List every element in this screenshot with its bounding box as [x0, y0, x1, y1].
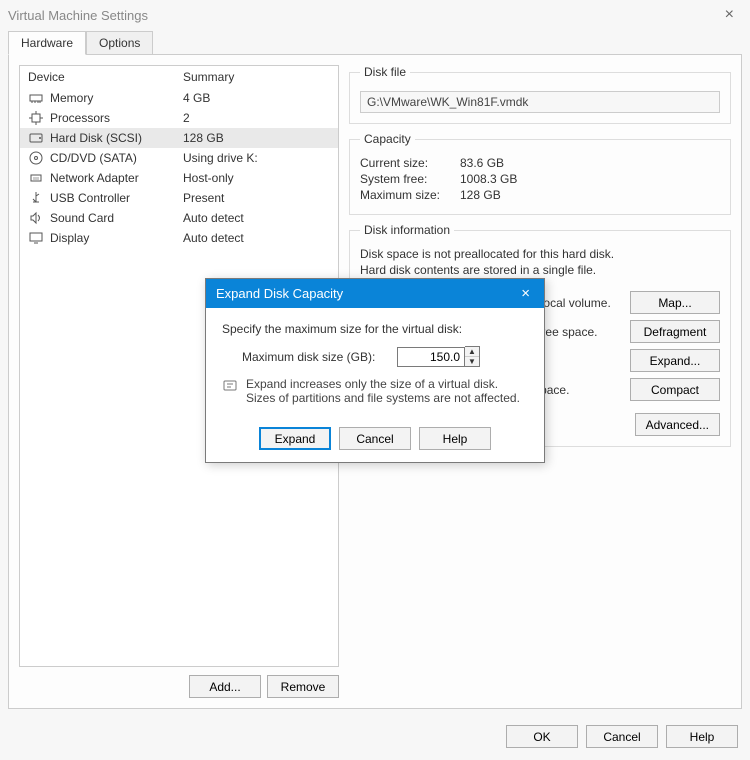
device-name: USB Controller [50, 191, 130, 205]
modal-close-icon[interactable]: × [517, 285, 534, 302]
compact-button[interactable]: Compact [630, 378, 720, 401]
tabstrip: Hardware Options [0, 30, 750, 54]
memory-icon [28, 90, 44, 106]
diskinfo-line2: Hard disk contents are stored in a singl… [360, 263, 720, 277]
max-disk-size-input[interactable] [397, 347, 465, 367]
dialog-buttons: OK Cancel Help [0, 717, 750, 760]
device-summary: Auto detect [183, 211, 330, 225]
device-summary: Auto detect [183, 231, 330, 245]
device-name: CD/DVD (SATA) [50, 151, 137, 165]
tab-hardware[interactable]: Hardware [8, 31, 86, 55]
summary-col-header: Summary [183, 70, 234, 84]
defragment-button[interactable]: Defragment [630, 320, 720, 343]
expand-button[interactable]: Expand... [630, 349, 720, 372]
sound-icon [28, 210, 44, 226]
device-row-cddvd[interactable]: CD/DVD (SATA) Using drive K: [20, 148, 338, 168]
device-name: Processors [50, 111, 110, 125]
spinner-up-icon[interactable]: ▲ [465, 347, 479, 357]
titlebar: Virtual Machine Settings × [0, 0, 750, 30]
device-summary: Present [183, 191, 330, 205]
device-row-display[interactable]: Display Auto detect [20, 228, 338, 248]
modal-note: Expand increases only the size of a virt… [246, 377, 528, 405]
size-spinner[interactable]: ▲ ▼ [465, 346, 480, 367]
capacity-legend: Capacity [360, 132, 415, 146]
system-free-label: System free: [360, 172, 460, 186]
device-summary: 2 [183, 111, 330, 125]
device-name: Display [50, 231, 89, 245]
system-free-value: 1008.3 GB [460, 172, 517, 186]
modal-help-button[interactable]: Help [419, 427, 491, 450]
close-icon[interactable]: × [717, 6, 742, 24]
maximum-size-value: 128 GB [460, 188, 501, 202]
device-row-memory[interactable]: Memory 4 GB [20, 88, 338, 108]
device-row-processors[interactable]: Processors 2 [20, 108, 338, 128]
capacity-group: Capacity Current size:83.6 GB System fre… [349, 132, 731, 215]
map-button[interactable]: Map... [630, 291, 720, 314]
info-icon [222, 377, 238, 393]
device-summary: 128 GB [183, 131, 330, 145]
add-device-button[interactable]: Add... [189, 675, 261, 698]
device-summary: 4 GB [183, 91, 330, 105]
device-name: Hard Disk (SCSI) [50, 131, 142, 145]
cancel-button[interactable]: Cancel [586, 725, 658, 748]
advanced-button[interactable]: Advanced... [635, 413, 720, 436]
current-size-value: 83.6 GB [460, 156, 504, 170]
help-button[interactable]: Help [666, 725, 738, 748]
hdd-icon [28, 130, 44, 146]
device-name: Network Adapter [50, 171, 139, 185]
diskfile-group: Disk file G:\VMware\WK_Win81F.vmdk [349, 65, 731, 124]
spinner-down-icon[interactable]: ▼ [465, 357, 479, 366]
display-icon [28, 230, 44, 246]
window-title: Virtual Machine Settings [8, 8, 148, 23]
diskinfo-legend: Disk information [360, 223, 454, 237]
net-icon [28, 170, 44, 186]
tab-options[interactable]: Options [86, 31, 153, 55]
diskinfo-line1: Disk space is not preallocated for this … [360, 247, 720, 261]
cd-icon [28, 150, 44, 166]
diskfile-legend: Disk file [360, 65, 410, 79]
modal-intro: Specify the maximum size for the virtual… [222, 322, 528, 336]
maximum-size-label: Maximum size: [360, 188, 460, 202]
ok-button[interactable]: OK [506, 725, 578, 748]
device-row-sound[interactable]: Sound Card Auto detect [20, 208, 338, 228]
modal-cancel-button[interactable]: Cancel [339, 427, 411, 450]
device-row-usb[interactable]: USB Controller Present [20, 188, 338, 208]
device-summary: Using drive K: [183, 151, 330, 165]
current-size-label: Current size: [360, 156, 460, 170]
diskfile-path[interactable]: G:\VMware\WK_Win81F.vmdk [360, 91, 720, 113]
device-name: Memory [50, 91, 93, 105]
expand-disk-dialog: Expand Disk Capacity × Specify the maxim… [205, 278, 545, 463]
max-disk-size-label: Maximum disk size (GB): [242, 350, 397, 364]
modal-expand-button[interactable]: Expand [259, 427, 331, 450]
usb-icon [28, 190, 44, 206]
device-row-network[interactable]: Network Adapter Host-only [20, 168, 338, 188]
device-name: Sound Card [50, 211, 114, 225]
remove-device-button[interactable]: Remove [267, 675, 339, 698]
device-row-harddisk[interactable]: Hard Disk (SCSI) 128 GB [20, 128, 338, 148]
modal-titlebar: Expand Disk Capacity × [206, 279, 544, 308]
device-summary: Host-only [183, 171, 330, 185]
cpu-icon [28, 110, 44, 126]
modal-title: Expand Disk Capacity [216, 286, 343, 301]
device-col-header: Device [28, 70, 183, 84]
